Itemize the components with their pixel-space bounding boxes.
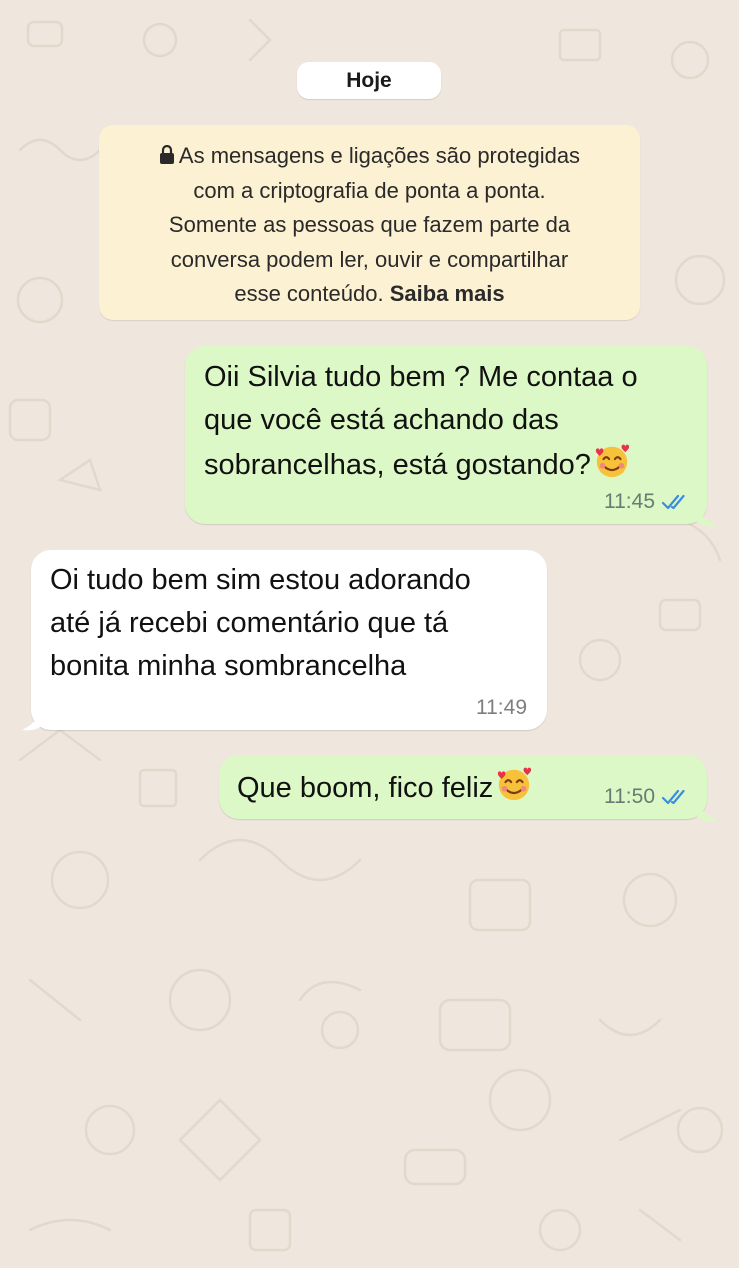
encryption-line-1: As mensagens e ligações são protegidas: [121, 139, 618, 174]
message-meta: 11:50: [604, 785, 689, 809]
encryption-line-2: com a criptografia de ponta a ponta.: [193, 177, 546, 203]
encryption-line-3: Somente as pessoas que fazem parte da: [168, 212, 571, 237]
double-check-read-icon: [661, 789, 685, 805]
bubble-tail-outgoing: [695, 799, 717, 822]
smiling-face-with-hearts-emoji: [595, 444, 630, 478]
encryption-line-5: esse conteúdo. Saiba mais: [234, 281, 505, 306]
message-meta: 11:45: [604, 490, 689, 514]
date-label: Hoje: [346, 68, 392, 92]
smiling-face-with-hearts-emoji: [498, 767, 532, 801]
message-time: 11:45: [604, 490, 655, 513]
message-text: Oii Silvia tudo bem ? Me contaa o que voc…: [204, 361, 638, 481]
encryption-line-4: conversa podem ler, ouvir e compartilhar: [170, 246, 569, 272]
message-time: 11:50: [604, 785, 655, 808]
message-bubble-outgoing[interactable]: Oii Silvia tudo bem ? Me contaa o que voc…: [185, 346, 707, 524]
double-check-read-icon: [661, 494, 685, 510]
message-text: Oi tudo bem sim estou adorando até já rec…: [50, 564, 471, 682]
message-meta: 11:49: [476, 696, 527, 720]
lock-icon: [159, 145, 174, 164]
message-time: 11:49: [476, 696, 527, 719]
bubble-tail-outgoing: [695, 504, 717, 527]
date-separator: Hoje: [297, 62, 441, 99]
message-text: Que boom, fico feliz: [237, 765, 533, 810]
learn-more-link[interactable]: Saiba mais: [390, 281, 505, 306]
message-bubble-outgoing[interactable]: Que boom, fico feliz 11:50: [219, 755, 707, 819]
encryption-notice[interactable]: As mensagens e ligações são protegidas c…: [99, 125, 640, 320]
bubble-tail-incoming: [22, 708, 44, 731]
message-bubble-incoming[interactable]: Oi tudo bem sim estou adorando até já rec…: [31, 550, 547, 730]
